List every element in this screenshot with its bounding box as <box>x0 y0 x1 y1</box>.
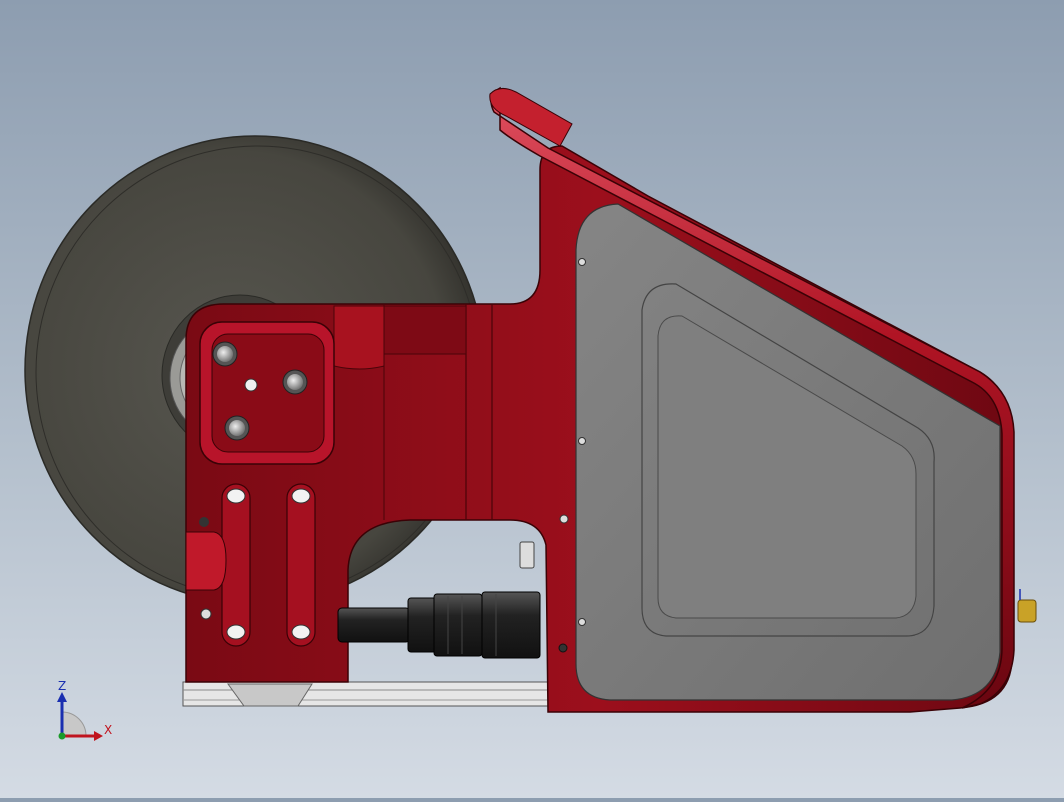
cad-scene[interactable]: Z X <box>0 0 1064 798</box>
y-axis-dot <box>58 732 66 740</box>
cad-viewport[interactable]: Z X <box>0 0 1064 798</box>
hex-nut <box>282 369 308 395</box>
adjust-slot <box>286 483 316 647</box>
brass-fitting <box>1017 589 1037 623</box>
x-axis-label: X <box>104 723 112 737</box>
hex-nut <box>224 415 250 441</box>
hex-nut <box>212 341 238 367</box>
coordinate-triad: Z X <box>57 679 112 741</box>
z-axis-label: Z <box>58 679 66 693</box>
